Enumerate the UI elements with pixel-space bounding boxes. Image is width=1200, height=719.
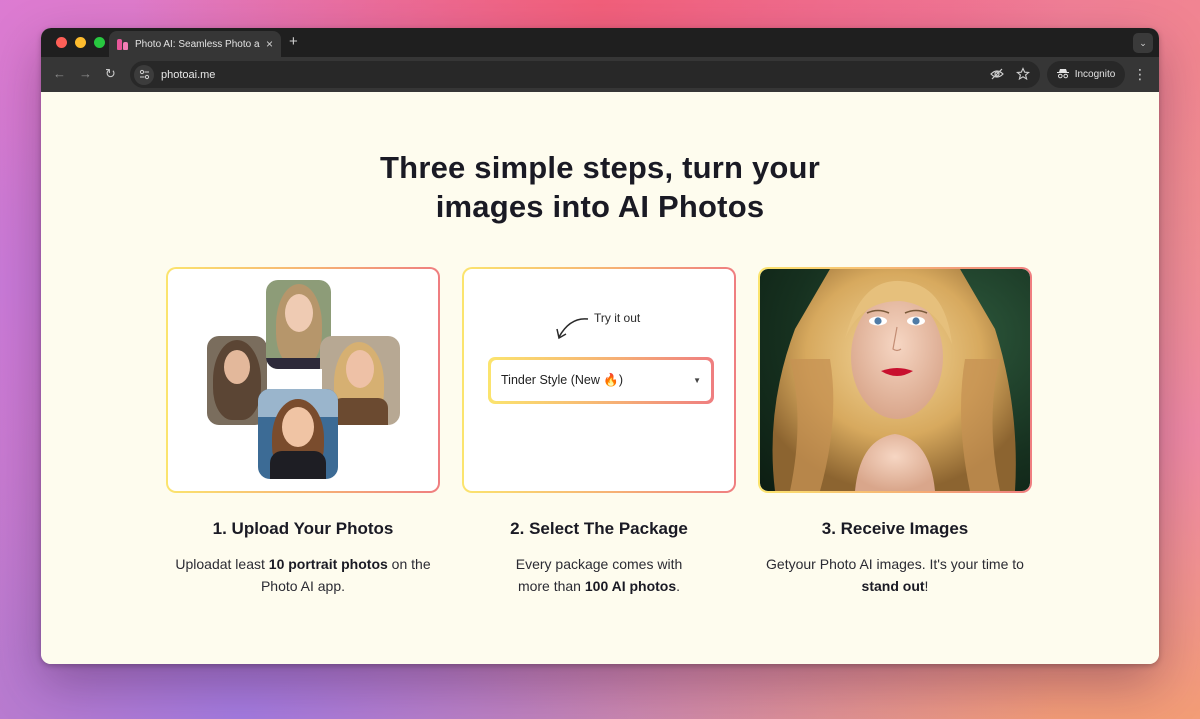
step-2-desc-tail: .	[676, 578, 681, 594]
step-1-description: Uploadat least 10 portrait photos on the…	[166, 553, 440, 597]
close-window-button[interactable]	[56, 37, 67, 48]
forward-arrow-icon[interactable]: →	[79, 66, 92, 82]
package-select-box[interactable]: Tinder Style (New 🔥) ▼	[491, 360, 711, 401]
window-controls	[56, 37, 105, 48]
site-settings-icon[interactable]	[134, 64, 154, 85]
browser-window: Photo AI: Seamless Photo and × + ⌄ ← → ↻…	[41, 28, 1159, 664]
collage-photo-bottom	[258, 389, 338, 479]
step-3-description: Getyour Photo AI images. It's your time …	[758, 553, 1032, 597]
chevron-down-icon: ▼	[693, 376, 701, 385]
url-text: photoai.me	[161, 68, 216, 81]
receive-images-card	[758, 267, 1032, 493]
step-2-desc-bold: 100 AI photos	[584, 578, 677, 594]
step-3-desc-bold: stand out	[861, 578, 925, 594]
step-1-desc-bold: 10 portrait photos	[268, 556, 388, 572]
browser-toolbar: ← → ↻ photoai.me Incognito ⋮	[41, 57, 1159, 92]
browser-tab[interactable]: Photo AI: Seamless Photo and ×	[109, 31, 281, 57]
curved-arrow-icon	[556, 318, 589, 340]
back-arrow-icon[interactable]: ←	[53, 66, 66, 82]
step-2-description: Every package comes with more than 100 A…	[462, 553, 736, 597]
reload-icon[interactable]: ↻	[105, 66, 116, 82]
upload-photos-card	[166, 267, 440, 493]
photoai-favicon-icon	[117, 38, 129, 50]
ai-portrait-image	[760, 269, 1030, 491]
tab-title: Photo AI: Seamless Photo and	[135, 38, 260, 50]
new-tab-button[interactable]: +	[289, 34, 298, 49]
photo-collage	[168, 269, 438, 491]
headline-line-2: images into AI Photos	[435, 189, 765, 224]
headline-line-1: Three simple steps, turn your	[380, 150, 820, 185]
minimize-window-button[interactable]	[75, 37, 86, 48]
page-content: Three simple steps, turn your images int…	[41, 92, 1159, 664]
star-icon[interactable]	[1016, 67, 1030, 86]
step-2-title: 2. Select The Package	[510, 519, 688, 538]
step-3-desc-text: Getyour Photo AI images. It's your time …	[766, 556, 1024, 572]
page-headline: Three simple steps, turn your images int…	[41, 148, 1159, 226]
incognito-label: Incognito	[1074, 69, 1116, 80]
try-it-label: Try it out	[594, 311, 641, 325]
package-select[interactable]: Tinder Style (New 🔥) ▼	[488, 357, 714, 404]
receive-images-inner	[760, 269, 1030, 491]
incognito-icon	[1056, 68, 1069, 82]
address-bar[interactable]: photoai.me	[130, 61, 1040, 88]
tab-close-icon[interactable]: ×	[266, 37, 273, 51]
select-package-inner: Try it out Tinder Style (New 🔥) ▼	[464, 269, 734, 491]
kebab-menu-icon[interactable]: ⋮	[1133, 67, 1147, 81]
step-3-desc-tail: !	[924, 578, 929, 594]
select-package-card: Try it out Tinder Style (New 🔥) ▼	[462, 267, 736, 493]
maximize-window-button[interactable]	[94, 37, 105, 48]
incognito-indicator[interactable]: Incognito	[1047, 61, 1125, 88]
package-select-value: Tinder Style (New 🔥)	[501, 373, 624, 387]
eye-off-icon[interactable]	[990, 67, 1004, 86]
step-3-title: 3. Receive Images	[821, 519, 969, 538]
tab-search-chevron-icon[interactable]: ⌄	[1133, 33, 1153, 53]
step-1-desc-text: Uploadat least	[175, 556, 269, 572]
step-1-title: 1. Upload Your Photos	[212, 519, 394, 538]
collage-gap	[286, 369, 322, 391]
tab-bar: Photo AI: Seamless Photo and × + ⌄	[41, 28, 1159, 57]
